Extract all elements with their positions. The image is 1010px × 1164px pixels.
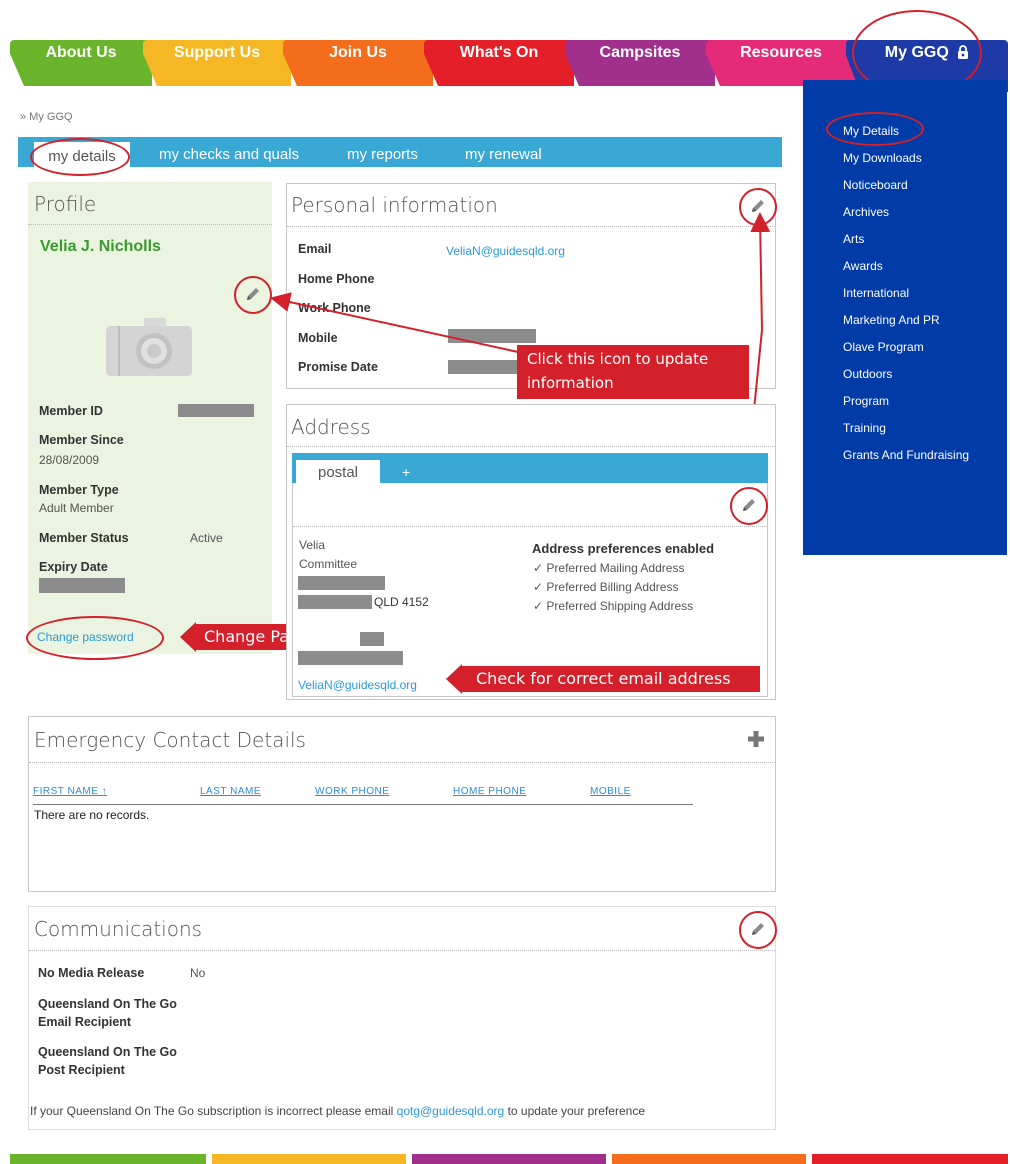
no-media-release-value: No [190, 966, 206, 980]
footer-bar-green [10, 1154, 206, 1164]
address-pref-billing: ✓ Preferred Billing Address [533, 580, 679, 594]
address-line6-redacted [298, 651, 403, 665]
address-line4-redacted [298, 595, 372, 609]
communications-divider [29, 950, 775, 951]
address-tab-postal[interactable]: postal [296, 460, 380, 485]
post-recipient-label: Queensland On The Go Post Recipient [38, 1045, 177, 1077]
qotg-email-link[interactable]: qotg@guidesqld.org [397, 1104, 505, 1118]
footer-note-post: to update your preference [504, 1104, 645, 1118]
emergency-empty-message: There are no records. [34, 808, 150, 822]
column-header-work-phone[interactable]: WORK PHONE [315, 786, 389, 797]
email-recipient-label: Queensland On The Go Email Recipient [38, 997, 177, 1029]
table-header-rule [33, 804, 693, 805]
address-pref-mailing: ✓ Preferred Mailing Address [533, 561, 685, 575]
footer-bar-purple [412, 1154, 606, 1164]
no-media-release-label: No Media Release [38, 966, 145, 980]
address-divider [287, 446, 775, 447]
callout-check-email: Check for correct email address [446, 664, 760, 694]
plus-icon[interactable] [748, 731, 764, 747]
footer-bar-orange [612, 1154, 806, 1164]
address-card-divider [293, 526, 767, 527]
address-tab-add[interactable]: + [402, 464, 410, 480]
callout-update-info: Click this icon to update information [517, 345, 749, 399]
column-header-last-name[interactable]: LAST NAME [200, 786, 261, 797]
address-email[interactable]: VeliaN@guidesqld.org [298, 678, 417, 692]
footer-bar-red [812, 1154, 1008, 1164]
address-heading: Address [291, 415, 371, 439]
address-pref-shipping: ✓ Preferred Shipping Address [533, 599, 694, 613]
footer-note-pre: If your Queensland On The Go subscriptio… [30, 1104, 397, 1118]
subscription-footer-note: If your Queensland On The Go subscriptio… [30, 1104, 645, 1118]
address-prefs-title: Address preferences enabled [532, 541, 715, 556]
callout-update-text: Click this icon to update information [527, 350, 709, 392]
column-header-home-phone[interactable]: HOME PHONE [453, 786, 526, 797]
address-line3-redacted [298, 576, 385, 590]
footer-bar-yellow [212, 1154, 406, 1164]
address-line2: Committee [299, 557, 358, 571]
highlight-circle-communications-edit [739, 911, 777, 949]
address-line1: Velia [299, 538, 326, 552]
column-header-mobile[interactable]: MOBILE [590, 786, 631, 797]
highlight-circle-address-edit [730, 487, 768, 525]
address-line5-redacted [360, 632, 384, 646]
address-tab-postal-label: postal [317, 464, 359, 481]
communications-heading: Communications [34, 917, 203, 941]
address-state: QLD 4152 [374, 595, 429, 609]
emergency-divider [29, 762, 775, 763]
column-header-first-name[interactable]: FIRST NAME ↑ [33, 786, 107, 797]
emergency-heading: Emergency Contact Details [34, 728, 306, 752]
